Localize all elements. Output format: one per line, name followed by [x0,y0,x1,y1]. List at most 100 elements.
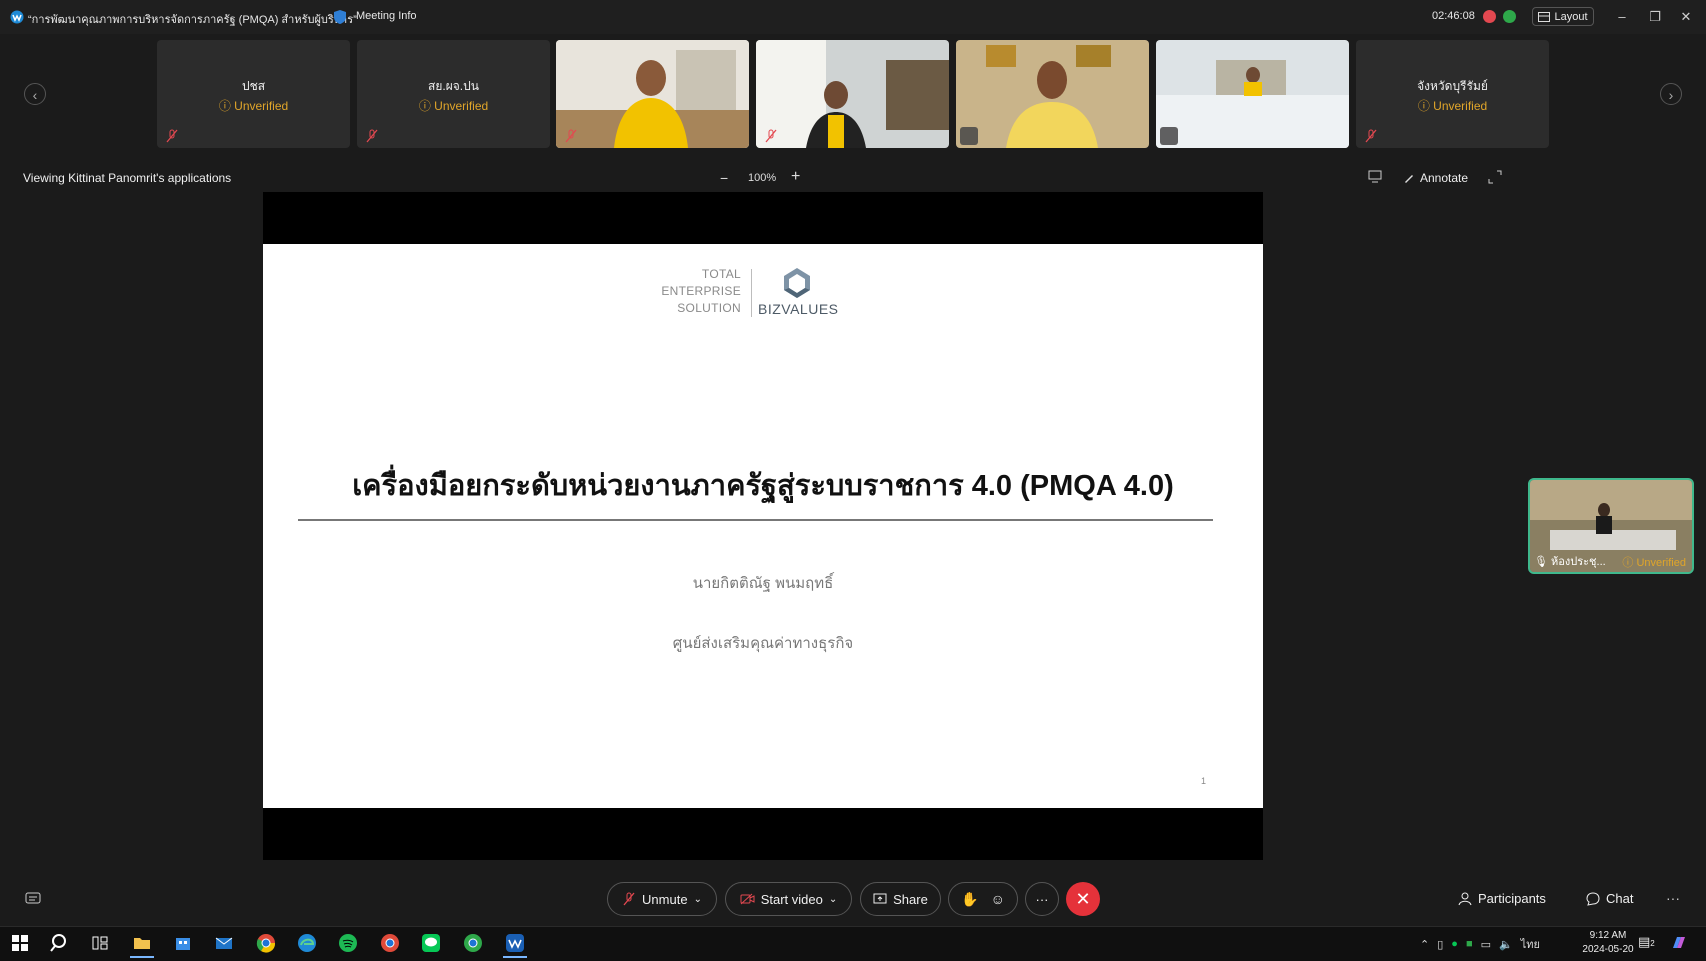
copilot-icon[interactable] [1670,934,1688,952]
store-icon[interactable] [173,933,193,953]
participant-video-tile[interactable] [1156,40,1349,148]
presentation-slide [263,244,1263,808]
clock-date[interactable]: 2024-05-20 [1568,944,1648,955]
edge-icon[interactable] [297,933,317,953]
zoom-in-button[interactable]: + [791,168,800,186]
participant-video-tile[interactable] [756,40,949,148]
unmute-button[interactable]: Unmute ⌄ [607,882,717,916]
unverified-badge: ⓘ Unverified [218,99,289,113]
annotate-label: Annotate [1420,171,1469,185]
mic-muted-icon [166,129,178,143]
participant-tile[interactable]: จังหวัดบุรีรัมย์ ⓘ Unverified [1356,40,1549,148]
chrome-profile-icon[interactable] [463,933,483,953]
line-tray-icon[interactable]: ● [1451,938,1458,950]
participant-video [956,40,1149,148]
next-participants-button[interactable]: › [1660,83,1682,105]
meeting-title: “การพัฒนาคุณภาพการบริหารจัดการภาครัฐ (PM… [28,14,357,26]
participant-tile[interactable]: ปชส ⓘ Unverified [157,40,350,148]
close-window-button[interactable]: ✕ [1676,8,1696,26]
share-button[interactable]: Share [860,882,941,916]
logo-tagline: TOTAL [701,267,741,281]
security-indicator-icon[interactable] [1503,10,1516,23]
chevron-down-icon[interactable]: ⌄ [694,894,702,905]
chrome-icon[interactable] [256,933,276,953]
self-view-tile[interactable]: 🎙 ห้องประชุ... ⓘ Unverified [1528,478,1694,574]
mic-muted-icon [960,127,978,145]
share-screen-icon [873,893,887,904]
logo-text: BIZVALUES [758,301,839,317]
shield-icon[interactable] [333,9,347,25]
reactions-group[interactable]: ✋ ☺ [948,882,1018,916]
webex-logo-icon [10,10,24,24]
participants-button[interactable]: Participants [1458,891,1546,906]
prev-participants-button[interactable]: ‹ [24,83,46,105]
raise-hand-icon[interactable]: ✋ [961,891,978,908]
usb-icon[interactable]: ▯ [1437,938,1443,951]
annotate-button[interactable]: Annotate [1403,171,1468,185]
fullscreen-icon[interactable] [1488,170,1502,184]
notification-count: 2 [1650,939,1655,948]
network-icon[interactable]: ▭ [1481,938,1491,951]
file-explorer-icon[interactable] [132,933,152,953]
participant-video-tile[interactable] [956,40,1149,148]
slide-presenter: นายกิตติณัฐ พนมฤทธิ์ [692,575,834,592]
participant-name: สย.ผจ.ปน [428,79,479,93]
logo-tagline: SOLUTION [677,301,741,315]
reactions-icon[interactable]: ☺ [991,891,1005,907]
chat-icon [1586,891,1600,906]
chat-button[interactable]: Chat [1586,891,1633,906]
leave-meeting-button[interactable]: ✕ [1066,882,1100,916]
chat-tray-icon[interactable]: ■ [1466,938,1473,950]
unverified-badge: ⓘ Unverified [1417,99,1488,113]
minimize-button[interactable]: – [1612,8,1632,26]
participant-video [756,40,949,148]
viewing-share-label: Viewing Kittinat Panomrit's applications [23,171,232,185]
start-video-label: Start video [760,891,823,907]
active-app-indicator [130,956,154,958]
meeting-info-button[interactable]: Meeting Info [356,10,417,22]
unverified-badge: ⓘ Unverified [418,99,489,113]
chevron-down-icon[interactable]: ⌄ [829,894,837,905]
language-indicator[interactable]: ไทย [1521,935,1540,953]
more-options-button[interactable]: ··· [1025,882,1059,916]
notification-button[interactable]: ▤2 [1638,934,1660,952]
participant-tile[interactable]: สย.ผจ.ปน ⓘ Unverified [357,40,550,148]
overflow-menu-button[interactable]: ··· [1666,890,1680,906]
line-icon[interactable] [421,933,441,953]
restore-button[interactable]: ❐ [1645,8,1665,26]
clock-time[interactable]: 9:12 AM [1578,930,1638,941]
unverified-badge: ⓘ Unverified [1622,557,1686,569]
system-tray[interactable]: ⌃ ▯ ● ■ ▭ 🔈 ไทย [1420,935,1540,953]
start-video-button[interactable]: Start video ⌄ [725,882,852,916]
slide-divider [298,519,1213,521]
zoom-out-button[interactable]: − [720,170,728,186]
meeting-timer: 02:46:08 [1432,10,1475,22]
active-app-indicator [503,956,527,958]
layout-label: Layout [1554,10,1588,23]
search-icon[interactable] [50,933,70,953]
zoom-level[interactable]: 100% [748,172,776,184]
spotify-icon[interactable] [338,933,358,953]
layout-button[interactable]: Layout [1532,7,1594,26]
chat-label: Chat [1606,891,1634,906]
mic-muted-icon [1365,129,1377,143]
volume-icon[interactable]: 🔈 [1499,938,1513,951]
mail-icon[interactable] [214,933,234,953]
chevron-up-icon[interactable]: ⌃ [1420,938,1429,951]
participant-video [556,40,749,148]
mic-muted-icon [1160,127,1178,145]
participant-video-tile[interactable] [556,40,749,148]
screen-options-icon[interactable] [1368,170,1382,183]
mic-muted-icon [565,129,577,143]
task-view-icon[interactable] [90,933,110,953]
webex-taskbar-icon[interactable] [505,933,525,953]
captions-icon[interactable] [25,892,41,905]
chrome-profile-icon[interactable] [380,933,400,953]
mic-muted-icon [623,892,635,906]
windows-start-icon[interactable] [10,933,30,953]
video-off-icon [740,893,755,905]
participants-label: Participants [1478,891,1546,906]
mic-muted-icon [765,129,777,143]
recording-indicator-icon[interactable] [1483,10,1496,23]
self-view-label: 🎙 ห้องประชุ... [1534,556,1606,568]
